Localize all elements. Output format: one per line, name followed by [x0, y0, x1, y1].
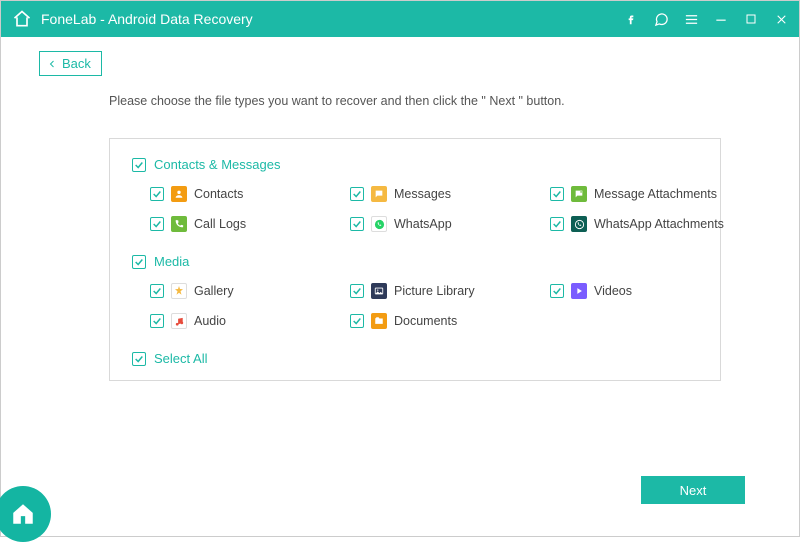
- checkbox[interactable]: [350, 284, 364, 298]
- whatsapp-icon: [371, 216, 387, 232]
- item-label: WhatsApp Attachments: [594, 217, 724, 231]
- select-all-label: Select All: [154, 351, 207, 366]
- menu-icon[interactable]: [683, 11, 699, 27]
- app-logo-icon: [11, 8, 33, 30]
- feedback-icon[interactable]: [653, 11, 669, 27]
- file-types-panel: Contacts & Messages Contacts Messages Me…: [109, 138, 721, 381]
- item-documents[interactable]: Documents: [350, 313, 550, 329]
- close-button[interactable]: [773, 11, 789, 27]
- item-label: Messages: [394, 187, 451, 201]
- item-label: WhatsApp: [394, 217, 452, 231]
- select-all[interactable]: Select All: [132, 351, 720, 366]
- gallery-icon: [171, 283, 187, 299]
- section-media[interactable]: Media: [132, 254, 720, 269]
- checkbox[interactable]: [150, 314, 164, 328]
- checkbox[interactable]: [150, 284, 164, 298]
- checkbox[interactable]: [350, 314, 364, 328]
- item-audio[interactable]: Audio: [150, 313, 350, 329]
- checkbox[interactable]: [550, 187, 564, 201]
- checkbox-select-all[interactable]: [132, 352, 146, 366]
- message-attachments-icon: [571, 186, 587, 202]
- home-icon: [10, 501, 36, 527]
- grid-contacts: Contacts Messages Message Attachments Ca…: [150, 186, 720, 232]
- back-label: Back: [62, 56, 91, 71]
- audio-icon: [171, 313, 187, 329]
- picture-library-icon: [371, 283, 387, 299]
- grid-media: Gallery Picture Library Videos Audio Doc…: [150, 283, 720, 329]
- item-messages[interactable]: Messages: [350, 186, 550, 202]
- whatsapp-attachments-icon: [571, 216, 587, 232]
- call-logs-icon: [171, 216, 187, 232]
- back-button[interactable]: Back: [39, 51, 102, 76]
- instruction-text: Please choose the file types you want to…: [1, 76, 799, 108]
- checkbox[interactable]: [150, 187, 164, 201]
- item-whatsapp-attachments[interactable]: WhatsApp Attachments: [550, 216, 750, 232]
- contacts-icon: [171, 186, 187, 202]
- videos-icon: [571, 283, 587, 299]
- titlebar: FoneLab - Android Data Recovery: [1, 1, 799, 37]
- next-label: Next: [680, 483, 707, 498]
- section-title-label: Media: [154, 254, 189, 269]
- item-message-attachments[interactable]: Message Attachments: [550, 186, 750, 202]
- checkbox[interactable]: [350, 187, 364, 201]
- checkbox[interactable]: [350, 217, 364, 231]
- checkbox[interactable]: [150, 217, 164, 231]
- item-label: Picture Library: [394, 284, 475, 298]
- checkbox-media[interactable]: [132, 255, 146, 269]
- item-call-logs[interactable]: Call Logs: [150, 216, 350, 232]
- item-videos[interactable]: Videos: [550, 283, 750, 299]
- home-button[interactable]: [0, 486, 51, 542]
- titlebar-controls: [623, 11, 789, 27]
- item-label: Audio: [194, 314, 226, 328]
- item-gallery[interactable]: Gallery: [150, 283, 350, 299]
- chevron-left-icon: [46, 58, 58, 70]
- checkbox[interactable]: [550, 284, 564, 298]
- item-label: Videos: [594, 284, 632, 298]
- section-contacts-messages[interactable]: Contacts & Messages: [132, 157, 720, 172]
- item-label: Message Attachments: [594, 187, 717, 201]
- item-label: Contacts: [194, 187, 243, 201]
- maximize-button[interactable]: [743, 11, 759, 27]
- item-picture-library[interactable]: Picture Library: [350, 283, 550, 299]
- documents-icon: [371, 313, 387, 329]
- messages-icon: [371, 186, 387, 202]
- item-label: Call Logs: [194, 217, 246, 231]
- facebook-icon[interactable]: [623, 11, 639, 27]
- next-button[interactable]: Next: [641, 476, 745, 504]
- item-whatsapp[interactable]: WhatsApp: [350, 216, 550, 232]
- checkbox-contacts-messages[interactable]: [132, 158, 146, 172]
- item-label: Documents: [394, 314, 457, 328]
- checkbox[interactable]: [550, 217, 564, 231]
- item-contacts[interactable]: Contacts: [150, 186, 350, 202]
- item-label: Gallery: [194, 284, 234, 298]
- section-title-label: Contacts & Messages: [154, 157, 280, 172]
- minimize-button[interactable]: [713, 11, 729, 27]
- window-title: FoneLab - Android Data Recovery: [41, 11, 623, 27]
- back-row: Back: [1, 37, 799, 76]
